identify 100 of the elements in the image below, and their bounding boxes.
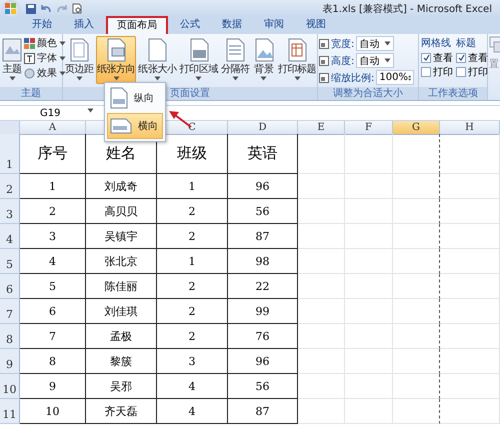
orientation-icon [105,38,128,62]
column-header[interactable]: A [20,121,86,135]
table-cell [345,249,393,274]
checkbox-option[interactable]: 查看 [456,51,488,64]
row-header[interactable]: 1 [0,134,20,174]
redo-icon[interactable] [56,4,68,14]
option-heading: 标题 [456,36,477,50]
dropdown-field[interactable]: 自动 [356,53,394,68]
save-icon[interactable] [26,4,36,14]
table-cell: 56 [228,374,298,399]
margins-icon [68,38,90,62]
checkbox-option[interactable]: 打印 [456,65,488,78]
checkbox[interactable] [421,66,431,76]
row-header[interactable]: 4 [0,224,20,249]
table-cell: 3 [157,349,228,374]
table-cell [440,274,500,299]
ribbon-tab[interactable]: 数据 [212,16,252,34]
name-box[interactable]: G19 [0,108,98,118]
ribbon-tab[interactable]: 公式 [170,16,210,34]
checkbox[interactable] [456,52,466,62]
table-cell [393,374,440,399]
table-cell: 4 [157,399,228,424]
caret-icon [384,58,392,63]
ribbon-button[interactable]: 页边距 [64,36,95,84]
table-cell: 2 [157,224,228,249]
table-cell: 9 [20,374,86,399]
row-header[interactable]: 3 [0,199,20,224]
column-header[interactable]: H [440,121,500,135]
ribbon-tab[interactable]: 视图 [296,16,336,34]
caret-icon [195,76,202,81]
checkbox[interactable] [456,66,466,76]
group-title: 工作表选项 [419,87,487,100]
table-cell: 56 [228,199,298,224]
ribbon-tab[interactable]: 开始 [22,16,62,34]
column-header[interactable]: D [228,121,298,135]
table-cell: 99 [228,299,298,324]
table-cell [393,134,440,174]
caret-icon [59,70,66,76]
ribbon-tab[interactable]: 插入 [64,16,104,34]
undo-icon[interactable] [40,4,52,14]
row-header[interactable]: 10 [0,374,20,399]
table-cell [345,349,393,374]
table-cell [345,199,393,224]
table-cell [345,224,393,249]
theme-option[interactable]: 字体 [24,51,66,65]
print-preview-icon[interactable] [72,3,82,14]
scale-icon [319,72,329,82]
row-header[interactable]: 8 [0,324,20,349]
table-cell [393,274,440,299]
table-cell [393,174,440,199]
ribbon-button[interactable]: 纸张方向 [96,36,136,84]
column-header[interactable]: F [345,121,393,135]
table-cell: 刘成奇 [86,174,157,199]
theme-option[interactable]: 颜色 [24,36,66,50]
row-header[interactable]: 7 [0,299,20,324]
table-cell [393,224,440,249]
themes-button[interactable]: 主题 [1,36,23,84]
field-label: 宽度: [331,38,354,50]
ribbon-button[interactable]: 纸张大小 [137,36,178,84]
column-header[interactable]: G [393,121,440,135]
table-cell: 黎簇 [86,349,157,374]
column-header[interactable]: E [298,121,345,135]
row-header[interactable]: 6 [0,274,20,299]
table-cell [298,324,345,349]
table-cell [393,299,440,324]
ribbon-button[interactable]: 打印标题 [276,36,318,84]
ribbon-tab[interactable]: 审阅 [254,16,294,34]
landscape-page-icon [110,118,132,134]
table-cell: 87 [228,399,298,424]
ribbon-button[interactable]: 背景 [252,36,276,84]
ribbon-button[interactable]: 分隔符 [220,36,251,84]
row-header[interactable]: 5 [0,249,20,274]
table-cell: 22 [228,274,298,299]
dropdown-field[interactable]: 自动 [356,36,394,51]
colors-icon [24,38,35,48]
table-cell [393,349,440,374]
checkbox-option[interactable]: 查看 [421,51,453,64]
scale-icon [319,38,329,48]
checkbox-option[interactable]: 打印 [421,65,453,78]
checkbox[interactable] [421,52,431,62]
table-cell: 10 [20,399,86,424]
table-cell [298,224,345,249]
row-header[interactable]: 9 [0,349,20,374]
table-cell [298,249,345,274]
background-icon [252,38,275,62]
table-cell [440,399,500,424]
table-cell: 刘佳琪 [86,299,157,324]
ribbon-tab[interactable]: 页面布局 [106,16,168,34]
table-cell [440,299,500,324]
spinner-field[interactable]: 100% [376,70,414,85]
table-cell: 87 [228,224,298,249]
table-cell: 2 [157,274,228,299]
office-button[interactable] [2,0,20,18]
row-header[interactable]: 2 [0,174,20,199]
ribbon-button[interactable]: 打印区域 [178,36,220,84]
menu-item[interactable]: 横向 [107,113,163,139]
row-header[interactable]: 11 [0,399,20,424]
table-cell [345,274,393,299]
theme-option[interactable]: 效果 [24,66,66,80]
table-cell [345,324,393,349]
